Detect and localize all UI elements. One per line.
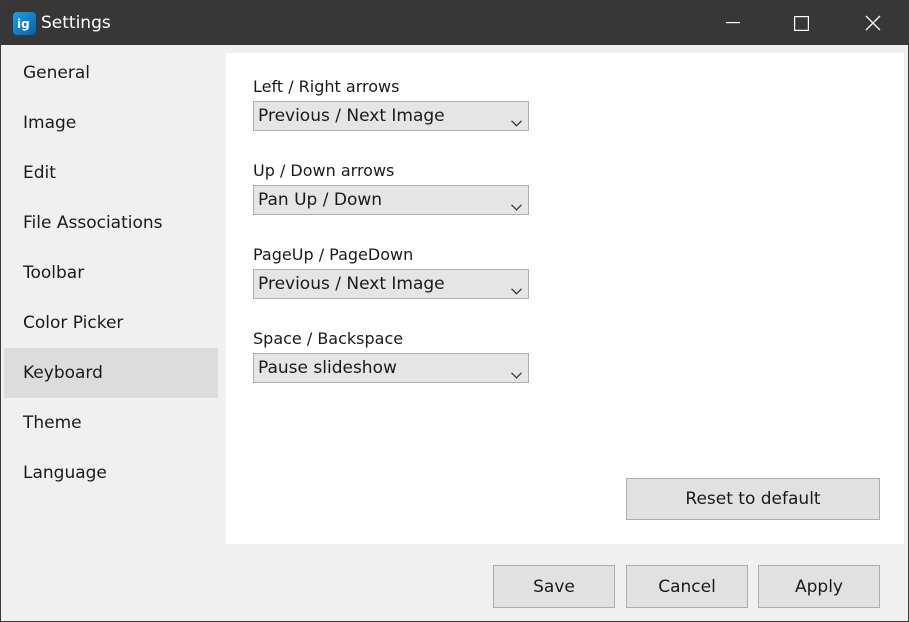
sidebar-item-toolbar[interactable]: Toolbar bbox=[4, 248, 218, 298]
maximize-button[interactable] bbox=[768, 1, 834, 45]
sidebar-item-edit[interactable]: Edit bbox=[4, 148, 218, 198]
left-right-arrows-value: Previous / Next Image bbox=[258, 106, 445, 126]
cancel-button[interactable]: Cancel bbox=[626, 565, 748, 608]
up-down-arrows-value: Pan Up / Down bbox=[258, 190, 383, 210]
pageup-pagedown-dropdown[interactable]: Previous / Next Image bbox=[253, 269, 529, 299]
sidebar-item-keyboard[interactable]: Keyboard bbox=[4, 348, 218, 398]
maximize-icon bbox=[793, 15, 809, 31]
chevron-down-icon bbox=[511, 196, 522, 215]
space-backspace-value: Pause slideshow bbox=[258, 358, 397, 378]
reset-to-default-button[interactable]: Reset to default bbox=[626, 478, 880, 520]
close-button[interactable] bbox=[840, 1, 906, 45]
sidebar-item-file-associations[interactable]: File Associations bbox=[4, 198, 218, 248]
title-bar[interactable]: ig Settings bbox=[1, 1, 908, 45]
settings-window: ig Settings General Image Edit File Asso… bbox=[0, 0, 909, 622]
chevron-down-icon bbox=[511, 280, 522, 299]
pageup-pagedown-label: PageUp / PageDown bbox=[253, 245, 414, 264]
space-backspace-dropdown[interactable]: Pause slideshow bbox=[253, 353, 529, 383]
sidebar-item-language[interactable]: Language bbox=[4, 448, 218, 498]
minimize-icon bbox=[726, 22, 740, 24]
keyboard-settings-panel: Left / Right arrows Previous / Next Imag… bbox=[226, 53, 904, 544]
pageup-pagedown-value: Previous / Next Image bbox=[258, 274, 445, 294]
chevron-down-icon bbox=[511, 112, 522, 131]
settings-sidebar: General Image Edit File Associations Too… bbox=[4, 48, 218, 498]
close-icon bbox=[865, 15, 881, 31]
imageglass-logo-icon: ig bbox=[13, 12, 36, 35]
save-button[interactable]: Save bbox=[493, 565, 615, 608]
left-right-arrows-dropdown[interactable]: Previous / Next Image bbox=[253, 101, 529, 131]
window-title: Settings bbox=[41, 13, 111, 33]
up-down-arrows-dropdown[interactable]: Pan Up / Down bbox=[253, 185, 529, 215]
sidebar-item-image[interactable]: Image bbox=[4, 98, 218, 148]
sidebar-item-general[interactable]: General bbox=[4, 48, 218, 98]
sidebar-item-theme[interactable]: Theme bbox=[4, 398, 218, 448]
sidebar-item-color-picker[interactable]: Color Picker bbox=[4, 298, 218, 348]
svg-text:ig: ig bbox=[17, 17, 30, 31]
apply-button[interactable]: Apply bbox=[758, 565, 880, 608]
chevron-down-icon bbox=[511, 364, 522, 383]
space-backspace-label: Space / Backspace bbox=[253, 329, 404, 348]
up-down-arrows-label: Up / Down arrows bbox=[253, 161, 395, 180]
minimize-button[interactable] bbox=[700, 1, 766, 45]
left-right-arrows-label: Left / Right arrows bbox=[253, 77, 400, 96]
